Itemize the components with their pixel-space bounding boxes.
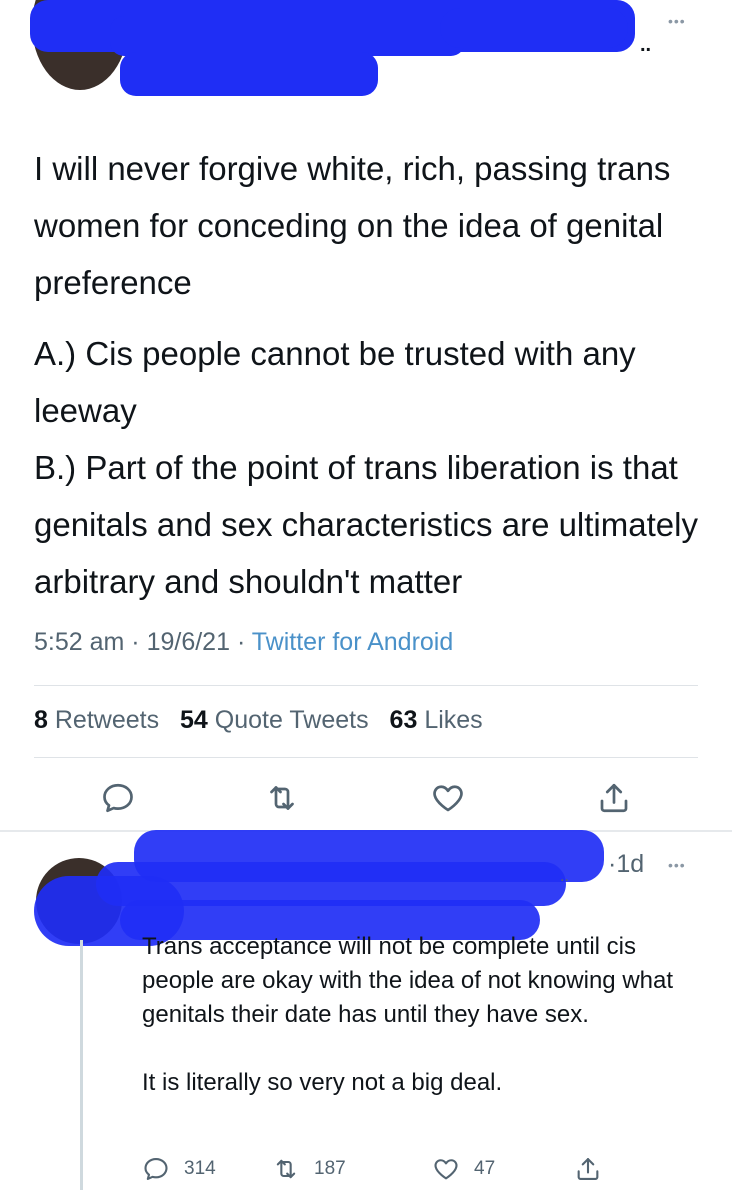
separator-dot: · xyxy=(236,628,246,656)
likes-count: 63 xyxy=(389,706,418,734)
reply-like-button[interactable]: 47 xyxy=(432,1155,495,1183)
retweet-icon xyxy=(276,1159,296,1179)
retweets-count: 8 xyxy=(34,706,48,734)
truncated-name-dots: .. xyxy=(560,868,569,885)
reply-icon[interactable] xyxy=(100,780,136,816)
reply-timestamp[interactable]: ·1d xyxy=(608,850,644,879)
tweet-text: I will never forgive white, rich, passin… xyxy=(34,140,714,610)
tweet-date[interactable]: 19/6/21 xyxy=(147,628,230,656)
redaction-mark xyxy=(440,8,628,48)
reply-paragraph: Trans acceptance will not be complete un… xyxy=(142,933,674,1028)
reply-retweet-button[interactable]: 187 xyxy=(272,1155,346,1183)
heart-icon[interactable] xyxy=(430,780,466,816)
heart-icon xyxy=(434,1159,458,1180)
tweet-time[interactable]: 5:52 am xyxy=(34,628,124,656)
share-icon xyxy=(577,1158,599,1180)
likes-label: Likes xyxy=(424,706,483,734)
likes-stat[interactable]: 63 Likes xyxy=(390,706,483,734)
retweets-stat[interactable]: 8 Retweets xyxy=(34,706,159,734)
more-options-icon[interactable]: ••• xyxy=(668,14,686,28)
tweet-source-link[interactable]: Twitter for Android xyxy=(252,628,453,656)
more-options-icon[interactable]: ••• xyxy=(668,858,686,872)
like-count: 47 xyxy=(474,1158,496,1179)
tweet-stats: 8 Retweets 54 Quote Tweets 63 Likes xyxy=(34,706,483,735)
redaction-mark xyxy=(120,52,378,96)
redaction-mark xyxy=(110,16,465,56)
separator-dot: · xyxy=(131,628,140,656)
reply-action-bar: 314 187 47 xyxy=(142,1155,612,1195)
reply-icon xyxy=(144,1158,168,1180)
reply-count: 314 xyxy=(184,1158,216,1179)
divider xyxy=(34,757,698,758)
truncated-name-dots: .. xyxy=(640,34,652,56)
reply-paragraph: It is literally so very not a big deal. xyxy=(142,1069,503,1096)
retweet-icon[interactable] xyxy=(264,780,300,816)
thread-line xyxy=(80,940,83,1190)
retweets-label: Retweets xyxy=(54,706,160,734)
share-icon[interactable] xyxy=(596,780,632,816)
reply-reply-button[interactable]: 314 xyxy=(142,1155,216,1183)
quote-tweets-label: Quote Tweets xyxy=(214,706,369,734)
reply-share-button[interactable] xyxy=(574,1155,602,1183)
tweet-timestamp: 5:52 am · 19/6/21 · Twitter for Android xyxy=(34,628,453,657)
divider xyxy=(34,685,698,686)
reply-text: Trans acceptance will not be complete un… xyxy=(142,930,702,1100)
tweet-paragraph: I will never forgive white, rich, passin… xyxy=(34,150,671,301)
retweet-count: 187 xyxy=(314,1158,346,1179)
quote-tweets-count: 54 xyxy=(180,706,208,734)
quote-tweets-stat[interactable]: 54 Quote Tweets xyxy=(180,706,369,734)
tweet-paragraph: A.) Cis people cannot be trusted with an… xyxy=(34,335,698,600)
